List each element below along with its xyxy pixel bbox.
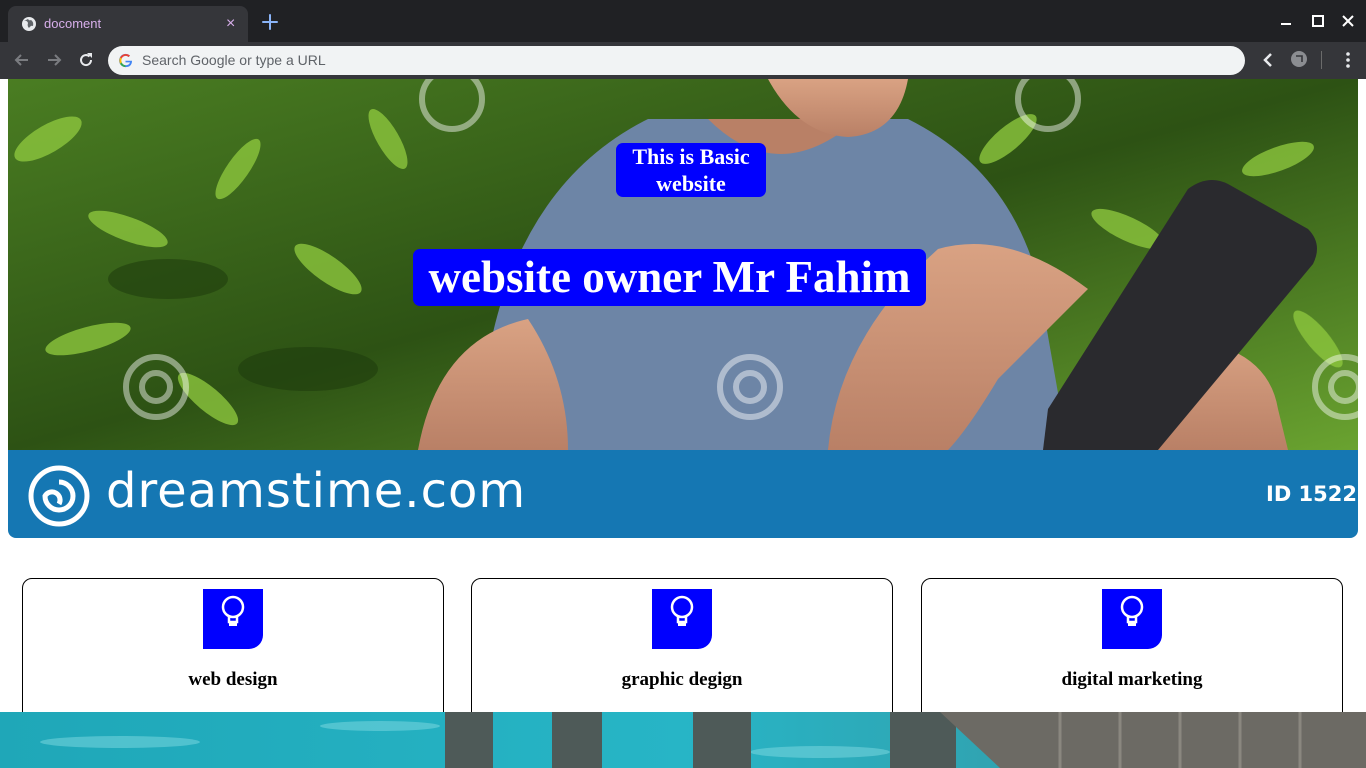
- lightbulb-icon: [652, 589, 712, 649]
- more-menu-icon[interactable]: [1338, 50, 1358, 70]
- hero-title: website owner Mr Fahim: [413, 249, 926, 306]
- globe-icon: [22, 17, 36, 31]
- lightbulb-icon: [203, 589, 263, 649]
- lightbulb-icon: [1102, 589, 1162, 649]
- tab-title: docoment: [44, 16, 102, 31]
- back-arrow-icon[interactable]: [12, 50, 32, 70]
- card-title: web design: [188, 669, 278, 690]
- forward-arrow-icon[interactable]: [44, 50, 64, 70]
- watermark-banner: dreamstime.com ID 15229: [8, 450, 1358, 538]
- watermark-brand-text: dreamstime.com: [106, 463, 527, 519]
- reload-icon[interactable]: [76, 50, 96, 70]
- hero-section: dreamstime.com ID 15229 This is Basic we…: [8, 79, 1358, 538]
- minimize-icon[interactable]: [1277, 12, 1295, 30]
- maximize-icon[interactable]: [1309, 12, 1327, 30]
- chevron-left-icon[interactable]: [1258, 50, 1278, 70]
- browser-toolbar: [0, 42, 1366, 79]
- hero-subtitle: This is Basic website: [616, 143, 766, 197]
- toolbar-divider: [1321, 51, 1322, 69]
- card-title: digital marketing: [1061, 669, 1203, 690]
- tab-strip: docoment ×: [0, 0, 1366, 42]
- card-title: graphic degign: [621, 669, 743, 690]
- dreamstime-logo-icon: [28, 465, 90, 527]
- window-close-icon[interactable]: [1339, 12, 1357, 30]
- bottom-background-photo: [0, 712, 1366, 768]
- browser-tab[interactable]: docoment ×: [8, 6, 248, 42]
- extension-icon[interactable]: [1290, 50, 1308, 68]
- watermark-id-text: ID 15229: [1266, 482, 1358, 506]
- address-bar[interactable]: [108, 46, 1245, 75]
- new-tab-icon[interactable]: [260, 12, 280, 32]
- google-g-icon: [119, 53, 133, 68]
- address-input[interactable]: [142, 49, 1222, 71]
- close-tab-icon[interactable]: ×: [226, 15, 235, 33]
